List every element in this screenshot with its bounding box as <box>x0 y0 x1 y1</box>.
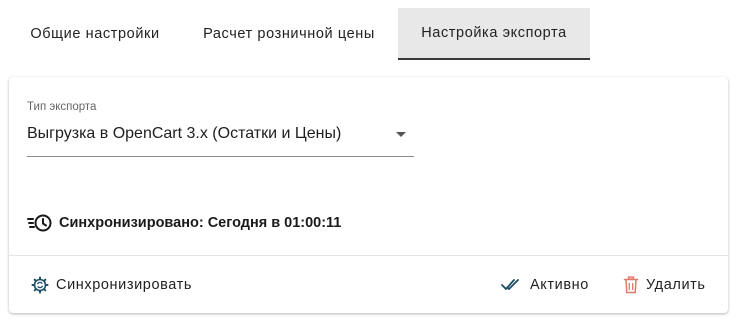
export-type-select[interactable]: Тип экспорта Выгрузка в OpenCart 3.x (Ос… <box>27 99 414 157</box>
sync-button[interactable]: Синхронизировать <box>31 272 192 298</box>
tab-general-settings[interactable]: Общие настройки <box>10 8 180 60</box>
export-card: Тип экспорта Выгрузка в OpenCart 3.x (Ос… <box>9 77 728 313</box>
active-button-label: Активно <box>530 277 589 293</box>
dropdown-arrow-icon[interactable] <box>396 132 406 137</box>
tab-bar: Общие настройки Расчет розничной цены На… <box>10 8 590 60</box>
active-toggle-button[interactable]: Активно <box>501 272 589 298</box>
card-actions: Синхронизировать Активно Удалить <box>9 256 728 313</box>
gear-sync-icon <box>31 276 49 294</box>
delete-button-label: Удалить <box>646 277 706 293</box>
tab-export-settings[interactable]: Настройка экспорта <box>398 8 590 60</box>
tab-retail-price[interactable]: Расчет розничной цены <box>180 8 398 60</box>
sync-status-text: Синхронизировано: Сегодня в 01:00:11 <box>59 215 342 231</box>
delete-button[interactable]: Удалить <box>623 272 706 298</box>
double-check-icon <box>501 278 523 292</box>
sync-status: Синхронизировано: Сегодня в 01:00:11 <box>27 211 341 235</box>
export-type-label: Тип экспорта <box>27 101 97 113</box>
trash-icon <box>623 276 639 294</box>
export-type-value: Выгрузка в OpenCart 3.x (Остатки и Цены) <box>27 125 342 142</box>
history-icon <box>27 213 53 233</box>
sync-button-label: Синхронизировать <box>56 277 193 293</box>
